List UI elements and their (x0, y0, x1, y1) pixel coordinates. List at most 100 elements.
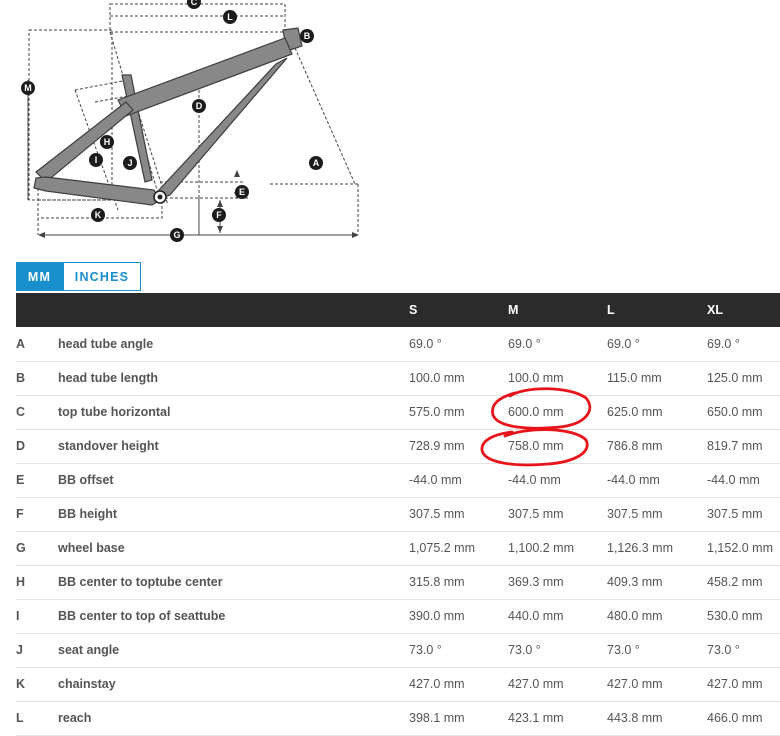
svg-text:C: C (191, 0, 198, 7)
value-size-s: 390.0 mm (409, 609, 465, 623)
tab-mm[interactable]: MM (16, 262, 63, 291)
value-size-xl: 819.7 mm (707, 439, 763, 453)
row-letter: E (16, 473, 25, 487)
svg-text:M: M (24, 83, 32, 93)
table-row: Dstandover height 728.9 mm 758.0 mm 786.8 m… (16, 429, 780, 463)
table-row: Ctop tube horizontal 575.0 mm 600.0 mm 625.… (16, 395, 780, 429)
value-size-s: 1,075.2 mm (409, 541, 476, 555)
row-name: head tube angle (58, 336, 154, 351)
value-size-xl: 73.0 ° (707, 643, 740, 657)
value-size-m: 69.0 ° (508, 336, 541, 351)
value-size-xl: 458.2 mm (707, 575, 763, 589)
value-size-s: 427.0 mm (409, 677, 465, 691)
value-size-m: 423.1 mm (508, 711, 564, 725)
row-name: seat angle (58, 643, 120, 657)
value-size-s: 398.1 mm (409, 711, 465, 725)
value-size-xl: 466.0 mm (707, 711, 763, 725)
header-size-s: S (409, 303, 418, 317)
table-row: F BB height 307.5 mm 307.5 mm 307.5 mm 307.5 … (16, 497, 780, 531)
row-letter: G (16, 541, 26, 555)
table-row: E BB offset -44.0 mm -44.0 mm -44.0 mm -44.0 … (16, 463, 780, 497)
row-name: chainstay (58, 677, 116, 691)
svg-text:F: F (216, 210, 222, 220)
value-size-l: 443.8 mm (607, 711, 663, 725)
row-letter: F (16, 507, 24, 521)
table-row: Bhead tube length 100.0 mm 100.0 mm 115.0 m… (16, 361, 780, 395)
value-size-xl: 125.0 mm (707, 371, 763, 385)
svg-text:I: I (95, 155, 98, 165)
header-size-l: L (607, 303, 615, 317)
row-letter: C (16, 405, 26, 419)
svg-text:D: D (196, 101, 203, 111)
geometry-table: S M L XL Ahead tube angle 69.0 ° 69.0 ° 69.… (16, 293, 780, 736)
row-letter: A (16, 336, 26, 351)
row-letter: D (16, 439, 26, 453)
row-name: BB offset (58, 473, 114, 487)
value-size-m: 1,100.2 mm (508, 541, 575, 555)
row-letter: K (16, 677, 26, 691)
value-size-m: 427.0 mm (508, 677, 564, 691)
svg-text:B: B (304, 31, 311, 41)
frame-geometry-diagram: A B C D E F G H I J K L M (21, 0, 359, 242)
svg-text:L: L (227, 12, 233, 22)
value-size-xl: 1,152.0 mm (707, 541, 774, 555)
table-header-row: S M L XL (16, 293, 780, 327)
header-name (58, 293, 409, 327)
value-size-l: 480.0 mm (607, 609, 663, 623)
value-size-m: 758.0 mm (508, 439, 564, 453)
table-row: Ahead tube angle 69.0 ° 69.0 ° 69.0 ° 69.0 ° (16, 327, 780, 361)
row-name: reach (58, 711, 92, 725)
row-letter: B (16, 371, 26, 385)
row-name: BB center to top of seattube (58, 609, 226, 623)
row-name: standover height (58, 439, 159, 453)
value-size-m: -44.0 mm (508, 473, 561, 487)
row-name: BB height (58, 507, 118, 521)
value-size-l: 409.3 mm (607, 575, 663, 589)
value-size-m: 600.0 mm (508, 405, 564, 419)
row-letter: J (16, 643, 23, 657)
value-size-m: 440.0 mm (508, 609, 564, 623)
header-size-m: M (508, 303, 519, 317)
tab-inches[interactable]: INCHES (63, 262, 141, 291)
svg-text:A: A (313, 158, 320, 168)
value-size-l: 625.0 mm (607, 405, 663, 419)
svg-text:G: G (173, 230, 180, 240)
row-name: BB center to toptube center (58, 575, 223, 589)
svg-text:J: J (127, 158, 132, 168)
value-size-l: 1,126.3 mm (607, 541, 674, 555)
value-size-l: 115.0 mm (607, 371, 662, 385)
value-size-m: 307.5 mm (508, 507, 564, 521)
row-letter: L (16, 711, 24, 725)
row-name: wheel base (58, 541, 125, 555)
row-letter: H (16, 575, 26, 589)
table-row: I BB center to top of seattube 390.0 mm 440… (16, 599, 780, 633)
table-row: Jseat angle 73.0 ° 73.0 ° 73.0 ° 73.0 ° (16, 633, 780, 667)
svg-text:K: K (95, 210, 102, 220)
value-size-xl: 69.0 ° (707, 336, 740, 351)
row-name: top tube horizontal (58, 405, 171, 419)
value-size-s: 69.0 ° (409, 336, 442, 351)
header-size-xl: XL (707, 303, 723, 317)
value-size-xl: -44.0 mm (707, 473, 760, 487)
value-size-l: -44.0 mm (607, 473, 660, 487)
value-size-s: 100.0 mm (409, 371, 465, 385)
table-row: H BB center to toptube center 315.8 mm 369.… (16, 565, 780, 599)
row-name: head tube length (58, 371, 158, 385)
value-size-xl: 530.0 mm (707, 609, 763, 623)
value-size-l: 786.8 mm (607, 439, 663, 453)
value-size-m: 73.0 ° (508, 643, 541, 657)
value-size-xl: 650.0 mm (707, 405, 763, 419)
row-letter: I (16, 609, 20, 623)
value-size-m: 369.3 mm (508, 575, 564, 589)
value-size-l: 427.0 mm (607, 677, 663, 691)
svg-text:E: E (239, 187, 245, 197)
svg-text:H: H (104, 137, 111, 147)
header-letter (16, 293, 58, 327)
value-size-m: 100.0 mm (508, 371, 564, 385)
unit-toggle: MM INCHES (16, 262, 141, 291)
value-size-s: 307.5 mm (409, 507, 465, 521)
table-row: Kchainstay 427.0 mm 427.0 mm 427.0 mm 427.0 … (16, 667, 780, 701)
table-row: Lreach 398.1 mm 423.1 mm 443.8 mm 466.0 mm (16, 701, 780, 735)
value-size-s: -44.0 mm (409, 473, 462, 487)
value-size-l: 73.0 ° (607, 643, 640, 657)
